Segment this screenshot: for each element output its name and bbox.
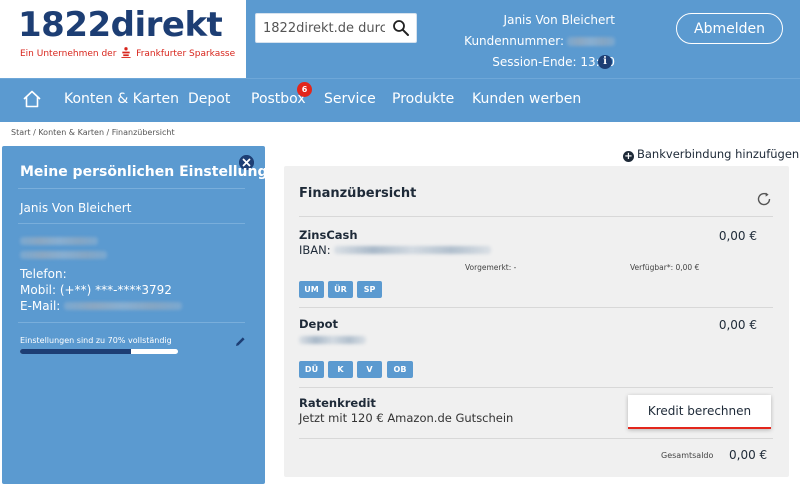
action-pill-um[interactable]: UM <box>299 281 324 298</box>
customer-number: Kundennummer: <box>455 31 615 52</box>
total-balance-label: Gesamtsaldo <box>661 451 714 460</box>
iban-redacted <box>333 246 491 254</box>
total-balance-value: 0,00 € <box>729 448 768 462</box>
iban-row: IBAN: <box>299 243 491 257</box>
overview-title: Finanzübersicht <box>299 186 417 201</box>
divider <box>299 387 773 388</box>
top-header: 1822direkt Ein Unternehmen der Frankfurt… <box>0 0 800 78</box>
email-label: E-Mail: <box>20 299 61 313</box>
search-input[interactable] <box>256 14 392 42</box>
nav-service[interactable]: Service <box>324 91 376 107</box>
logo-tagline: Ein Unternehmen der Frankfurter Sparkass… <box>20 47 235 59</box>
sparkasse-logo-icon <box>121 47 131 58</box>
nav-depot[interactable]: Depot <box>188 91 230 107</box>
divider <box>299 438 773 439</box>
settings-user-name: Janis Von Bleichert <box>20 201 132 215</box>
progress-label: Einstellungen sind zu 70% vollständig <box>20 336 172 345</box>
action-pill-du[interactable]: DÜ <box>299 361 324 378</box>
add-bank-label: Bankverbindung hinzufügen <box>637 147 800 161</box>
plus-circle-icon: + <box>623 151 634 162</box>
nav-kunden-werben[interactable]: Kunden werben <box>472 91 581 107</box>
nav-produkte[interactable]: Produkte <box>392 91 454 107</box>
address-redacted <box>20 251 107 259</box>
account-balance: 0,00 € <box>718 318 757 332</box>
divider <box>299 216 773 217</box>
info-icon[interactable]: i <box>598 55 612 69</box>
phone-label: Telefon: <box>20 267 67 281</box>
action-pill-k[interactable]: K <box>328 361 353 378</box>
customer-number-label: Kundennummer: <box>464 34 564 48</box>
account-balance: 0,00 € <box>718 229 757 243</box>
email-redacted <box>64 302 183 310</box>
financial-overview-card: Finanzübersicht ZinsCash 0,00 € IBAN: Vo… <box>284 166 789 477</box>
address-redacted <box>20 237 98 245</box>
divider <box>18 188 245 189</box>
logo-wordmark: 1822direkt <box>18 5 223 45</box>
search-icon[interactable] <box>392 19 410 37</box>
logout-button[interactable]: Abmelden <box>676 13 783 44</box>
promo-subtitle: Jetzt mit 120 € Amazon.de Gutschein <box>299 411 514 425</box>
calculate-credit-button[interactable]: Kredit berechnen <box>628 395 771 429</box>
action-pill-ob[interactable]: OB <box>387 361 413 378</box>
divider <box>18 322 245 323</box>
logo-tagline-left: Ein Unternehmen der <box>20 49 117 59</box>
nav-konten-karten[interactable]: Konten & Karten <box>64 91 179 107</box>
user-name: Janis Von Bleichert <box>503 13 615 27</box>
settings-title: Meine persönlichen Einstellungen <box>20 164 287 180</box>
add-bank-connection-link[interactable]: + Bankverbindung hinzufügen <box>623 147 799 162</box>
main-nav: Konten & Karten Depot Postbox 6 Service … <box>0 78 800 122</box>
logo-tagline-right: Frankfurter Sparkasse <box>136 49 236 59</box>
progress-fill <box>20 349 131 354</box>
divider <box>18 223 245 224</box>
home-icon[interactable] <box>22 89 42 109</box>
session-end: Session-Ende: 13:20 <box>492 55 615 69</box>
user-info: Janis Von Bleichert Kundennummer: Sessio… <box>455 10 615 73</box>
mobile-number: Mobil: (+**) ***-****3792 <box>20 283 172 297</box>
settings-panel: Meine persönlichen Einstellungen Janis V… <box>2 146 287 484</box>
refresh-icon[interactable] <box>756 191 772 207</box>
depot-number-redacted <box>299 336 366 344</box>
action-pill-ur[interactable]: ÜR <box>328 281 353 298</box>
search-box <box>255 13 417 43</box>
action-pill-v[interactable]: V <box>357 361 382 378</box>
breadcrumb[interactable]: Start / Konten & Karten / Finanzübersich… <box>11 128 175 137</box>
pencil-icon[interactable] <box>235 336 246 347</box>
promo-title: Ratenkredit <box>299 396 376 410</box>
action-pill-sp[interactable]: SP <box>357 281 382 298</box>
account-name[interactable]: ZinsCash <box>299 228 358 242</box>
divider <box>299 307 773 308</box>
email-row: E-Mail: <box>20 299 183 313</box>
settings-progress-bar <box>20 349 178 354</box>
customer-number-redacted <box>567 37 615 46</box>
iban-label: IBAN: <box>299 243 331 257</box>
pending-amount: Vorgemerkt: - <box>465 263 517 272</box>
account-name[interactable]: Depot <box>299 317 338 331</box>
postbox-count-badge: 6 <box>297 82 312 97</box>
logo[interactable]: 1822direkt Ein Unternehmen der Frankfurt… <box>0 0 246 78</box>
available-amount: Verfügbar*: 0,00 € <box>630 263 700 272</box>
